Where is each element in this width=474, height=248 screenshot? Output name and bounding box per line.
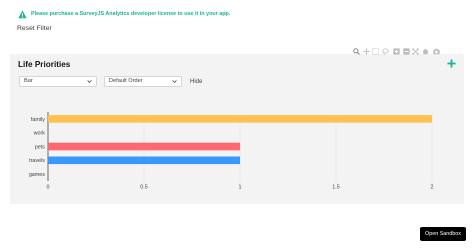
y-tick-label: pets (35, 144, 45, 150)
bar-chart: family work pets travels games 0 0.5 1 1.5 2 (29, 112, 434, 191)
bar-pets (48, 142, 240, 151)
x-tick-label: 1 (239, 185, 242, 191)
y-tick-label: work (33, 131, 46, 137)
y-tick-label: family (31, 117, 45, 123)
bar-family (48, 115, 432, 123)
bar-travels (48, 156, 240, 165)
x-tick-label: 1.5 (332, 185, 340, 191)
x-tick-label: 2 (431, 185, 434, 191)
x-tick-label: 0 (47, 185, 50, 191)
open-sandbox-button[interactable]: Open Sandbox (420, 227, 466, 241)
y-tick-label: games (29, 172, 45, 178)
x-tick-label: 0.5 (140, 185, 148, 191)
y-tick-label: travels (29, 158, 45, 164)
